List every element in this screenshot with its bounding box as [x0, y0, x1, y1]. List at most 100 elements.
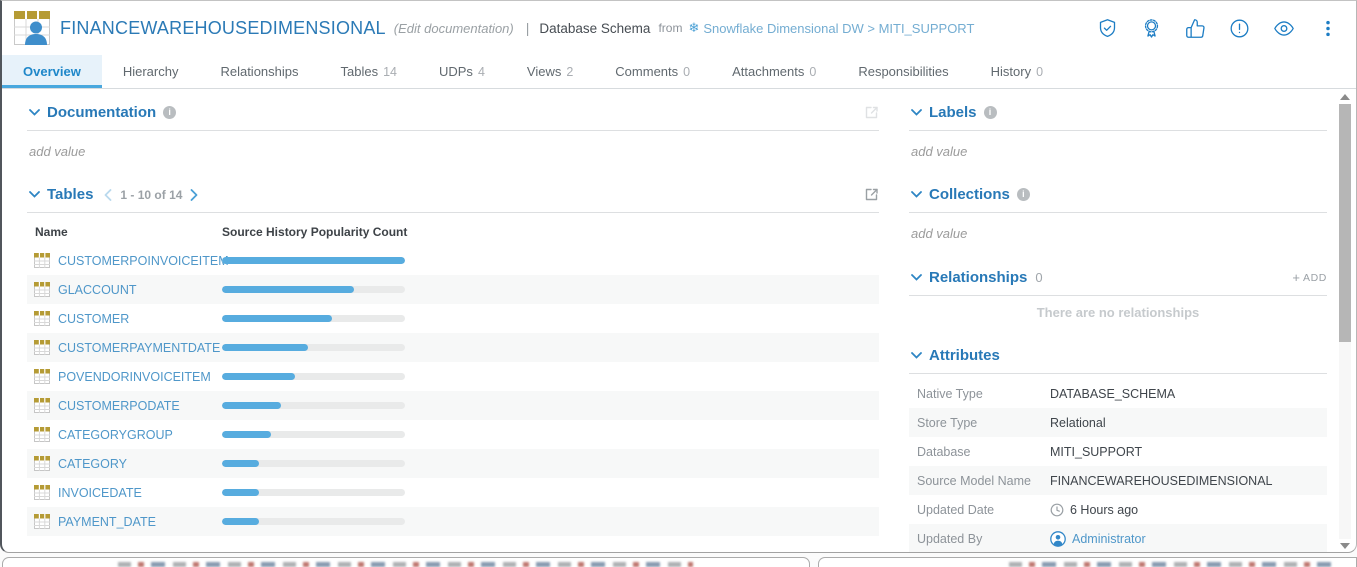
tab-count: 14: [383, 65, 397, 79]
attribute-value: 6 Hours ago: [1050, 503, 1138, 517]
page-next-icon[interactable]: [190, 189, 198, 201]
tab-label: Attachments: [732, 64, 804, 79]
scroll-up-arrow[interactable]: [1340, 94, 1350, 100]
attribute-value-text: 6 Hours ago: [1070, 503, 1138, 517]
watch-eye-icon[interactable]: [1273, 18, 1295, 39]
vertical-scrollbar[interactable]: [1338, 89, 1353, 553]
table-row[interactable]: CATEGORYGROUP: [27, 420, 879, 449]
tab[interactable]: Tables 14: [320, 55, 418, 88]
shield-check-icon[interactable]: [1097, 18, 1118, 39]
table-row[interactable]: INVOICEDATE: [27, 478, 879, 507]
source-breadcrumb[interactable]: Snowflake Dimensional DW > MITI_SUPPORT: [703, 21, 974, 36]
more-options-icon[interactable]: [1318, 18, 1338, 39]
alert-circle-icon[interactable]: [1229, 18, 1250, 39]
table-icon: [34, 311, 50, 326]
blurred-text-fragment: [1009, 562, 1339, 567]
tab[interactable]: Overview: [2, 55, 102, 88]
table-row[interactable]: PAYMENT_DATE: [27, 507, 879, 536]
chevron-down-icon[interactable]: [911, 274, 922, 281]
table-row[interactable]: CATEGORY: [27, 449, 879, 478]
header-divider: |: [526, 20, 530, 36]
table-icon: [34, 340, 50, 355]
attribute-value: DATABASE_SCHEMA: [1050, 387, 1175, 401]
chevron-down-icon[interactable]: [911, 191, 922, 198]
tab-bar: Overview Hierarchy Relationships Tables …: [2, 55, 1356, 89]
chevron-down-icon[interactable]: [911, 109, 922, 116]
info-icon: [1017, 188, 1030, 201]
attribute-value: FINANCEWAREHOUSEDIMENSIONAL: [1050, 474, 1272, 488]
main-content: Documentation add value Tables: [2, 89, 1356, 553]
expand-documentation-icon[interactable]: [864, 105, 879, 120]
scroll-down-arrow[interactable]: [1340, 543, 1350, 549]
table-row[interactable]: CUSTOMERPAYMENTDATE: [27, 333, 879, 362]
right-column: Labels add value Collections add value: [909, 89, 1327, 553]
table-name-link[interactable]: CATEGORYGROUP: [58, 428, 173, 442]
attribute-value-text: MITI_SUPPORT: [1050, 445, 1142, 459]
pagination-range: 1 - 10 of 14: [120, 188, 182, 202]
tab-label: Responsibilities: [858, 64, 948, 79]
table-row[interactable]: CUSTOMERPOINVOICEITEM: [27, 246, 879, 275]
attributes-title: Attributes: [929, 347, 1000, 364]
table-name-link[interactable]: CUSTOMERPOINVOICEITEM: [58, 254, 229, 268]
documentation-title: Documentation: [47, 104, 156, 121]
popularity-bar-fill: [222, 489, 259, 496]
expand-tables-icon[interactable]: [864, 187, 879, 202]
chevron-down-icon[interactable]: [911, 352, 922, 359]
scrollbar-thumb[interactable]: [1339, 104, 1351, 342]
popularity-bar-fill: [222, 460, 259, 467]
collections-title: Collections: [929, 186, 1010, 203]
info-icon: [163, 106, 176, 119]
popularity-bar-fill: [222, 373, 295, 380]
table-icon: [34, 427, 50, 442]
popularity-bar: [222, 344, 405, 351]
attribute-value-text: DATABASE_SCHEMA: [1050, 387, 1175, 401]
attribute-value: Relational: [1050, 416, 1106, 430]
tab-label: Comments: [615, 64, 678, 79]
tab-label: UDPs: [439, 64, 473, 79]
certification-icon[interactable]: [1141, 18, 1162, 39]
table-name-link[interactable]: PAYMENT_DATE: [58, 515, 156, 529]
attribute-label: Updated By: [917, 532, 1050, 546]
popularity-bar: [222, 518, 405, 525]
table-name-link[interactable]: CUSTOMER: [58, 312, 129, 326]
chevron-down-icon[interactable]: [29, 191, 40, 198]
table-row[interactable]: CUSTOMER: [27, 304, 879, 333]
tab[interactable]: Hierarchy: [102, 55, 200, 88]
table-name-link[interactable]: POVENDORINVOICEITEM: [58, 370, 211, 384]
add-relationship-button[interactable]: + ADD: [1292, 271, 1327, 284]
tables-section: Tables 1 - 10 of 14: [27, 186, 879, 536]
popularity-bar: [222, 402, 405, 409]
popularity-bar-fill: [222, 344, 308, 351]
tab[interactable]: Responsibilities: [837, 55, 969, 88]
attribute-value: MITI_SUPPORT: [1050, 445, 1142, 459]
documentation-placeholder[interactable]: add value: [29, 144, 879, 159]
tab-label: Hierarchy: [123, 64, 179, 79]
table-name-link[interactable]: CUSTOMERPAYMENTDATE: [58, 341, 220, 355]
edit-documentation-link[interactable]: (Edit documentation): [394, 21, 514, 36]
labels-placeholder[interactable]: add value: [911, 144, 1327, 159]
popularity-bar: [222, 286, 405, 293]
table-row[interactable]: CUSTOMERPODATE: [27, 391, 879, 420]
table-name-link[interactable]: GLACCOUNT: [58, 283, 136, 297]
tab[interactable]: History 0: [970, 55, 1064, 88]
chevron-down-icon[interactable]: [29, 109, 40, 116]
table-row[interactable]: POVENDORINVOICEITEM: [27, 362, 879, 391]
page-previous-icon[interactable]: [104, 189, 112, 201]
attribute-value-text: FINANCEWAREHOUSEDIMENSIONAL: [1050, 474, 1272, 488]
table-name-link[interactable]: INVOICEDATE: [58, 486, 142, 500]
clock-icon: [1050, 503, 1064, 517]
thumbs-up-icon[interactable]: [1185, 18, 1206, 39]
collections-placeholder[interactable]: add value: [911, 226, 1327, 241]
tab[interactable]: Views 2: [506, 55, 594, 88]
tab[interactable]: UDPs 4: [418, 55, 506, 88]
table-name-link[interactable]: CATEGORY: [58, 457, 127, 471]
background-window: [818, 557, 1357, 567]
tables-pagination: 1 - 10 of 14: [104, 188, 198, 202]
tab[interactable]: Relationships: [199, 55, 319, 88]
app-window: FINANCEWAREHOUSEDIMENSIONAL (Edit docume…: [0, 0, 1357, 553]
tab[interactable]: Attachments 0: [711, 55, 837, 88]
table-row[interactable]: GLACCOUNT: [27, 275, 879, 304]
popularity-bar-fill: [222, 257, 405, 264]
table-name-link[interactable]: CUSTOMERPODATE: [58, 399, 180, 413]
tab[interactable]: Comments 0: [594, 55, 711, 88]
